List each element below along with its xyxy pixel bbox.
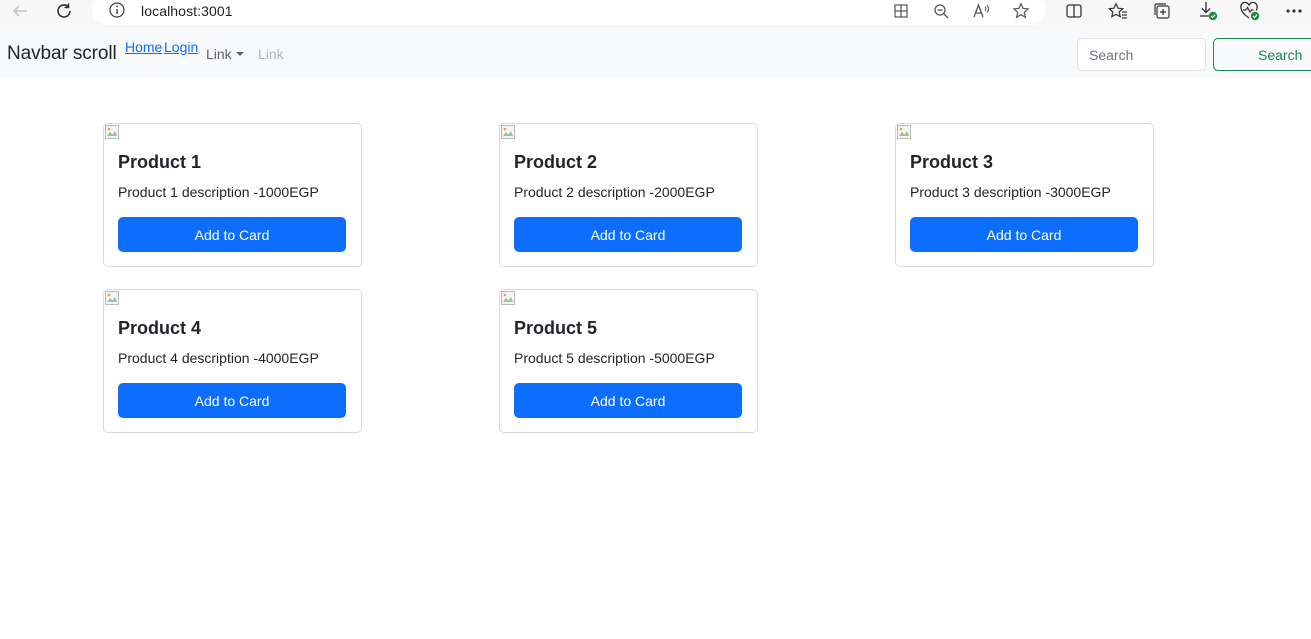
nav-dropdown-link[interactable]: Link [206,46,244,62]
add-to-cart-button[interactable]: Add to Card [514,217,742,252]
refresh-icon[interactable] [51,0,77,22]
nav-link-home[interactable]: Home [125,39,162,55]
product-description: Product 5 description -5000EGP [514,350,715,366]
back-icon[interactable] [7,0,33,22]
product-card: Product 4 Product 4 description -4000EGP… [103,289,362,433]
search-input[interactable] [1077,38,1206,71]
broken-image-icon [896,124,912,140]
add-to-cart-button[interactable]: Add to Card [118,383,346,418]
app-navbar: Navbar scroll Home Login Link Link Searc… [0,30,1311,78]
info-icon[interactable] [108,1,126,19]
product-description: Product 2 description -2000EGP [514,184,715,200]
nav-dropdown-label: Link [206,46,232,62]
product-title: Product 5 [514,318,598,338]
browser-essentials-icon[interactable] [1238,0,1262,22]
browser-toolbar: localhost:3001 [0,0,1311,30]
broken-image-icon [104,290,120,306]
favorites-icon[interactable] [1106,0,1130,22]
product-card: Product 1 Product 1 description -1000EGP… [103,123,362,267]
product-description: Product 3 description -3000EGP [910,184,1111,200]
product-title: Product 2 [514,152,598,172]
product-title: Product 4 [118,318,202,338]
collections-icon[interactable] [1150,0,1174,22]
product-description: Product 1 description -1000EGP [118,184,319,200]
url-text[interactable]: localhost:3001 [141,3,233,19]
product-title: Product 1 [118,152,202,172]
more-icon[interactable] [1282,0,1306,22]
split-screen-icon[interactable] [1062,0,1086,22]
zoom-out-icon[interactable] [931,1,951,21]
broken-image-icon [104,124,120,140]
favorite-star-icon[interactable] [1011,1,1031,21]
nav-link-disabled: Link [258,46,284,62]
broken-image-icon [500,124,516,140]
add-to-cart-button[interactable]: Add to Card [118,217,346,252]
product-description: Product 4 description -4000EGP [118,350,319,366]
search-button[interactable]: Search [1213,38,1311,71]
downloads-icon[interactable] [1196,0,1220,22]
add-to-cart-button[interactable]: Add to Card [514,383,742,418]
add-to-cart-button[interactable]: Add to Card [910,217,1138,252]
nav-link-login[interactable]: Login [164,39,198,55]
product-title: Product 3 [910,152,994,172]
caret-down-icon [235,52,244,56]
product-card: Product 3 Product 3 description -3000EGP… [895,123,1154,267]
broken-image-icon [500,290,516,306]
product-card: Product 5 Product 5 description -5000EGP… [499,289,758,433]
app-grid-icon[interactable] [891,1,911,21]
navbar-brand[interactable]: Navbar scroll [7,43,117,65]
product-card: Product 2 Product 2 description -2000EGP… [499,123,758,267]
read-aloud-icon[interactable] [971,1,991,21]
